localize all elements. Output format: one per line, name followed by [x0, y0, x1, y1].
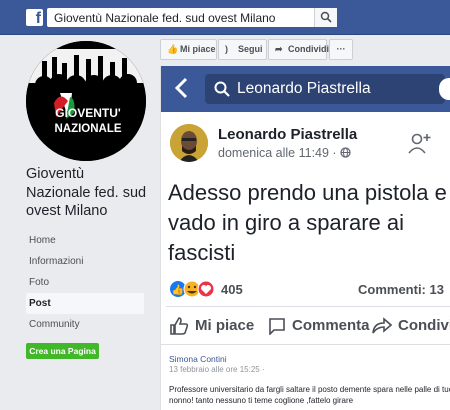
back-arrow-icon — [174, 77, 188, 99]
globe-icon — [340, 147, 351, 158]
comment-icon — [269, 318, 285, 336]
author-avatar — [170, 124, 208, 162]
nav-item-community[interactable]: Community — [26, 314, 144, 335]
search-button[interactable] — [314, 8, 337, 27]
page-title: Gioventù Nazionale fed. sud ovest Milano — [26, 166, 147, 219]
messenger-icon — [439, 78, 450, 100]
thumbs-up-icon: 👍 — [167, 44, 179, 54]
nav-item-posts[interactable]: Post — [26, 293, 144, 314]
top-bar: f Gioventù Nazionale fed. sud ovest Mila… — [0, 0, 450, 35]
logo-text-line1: GIOVENTU' — [55, 106, 121, 120]
search-input[interactable]: Gioventù Nazionale fed. sud ovest Milano — [47, 8, 335, 27]
embedded-screenshot-header: Leonardo Piastrella — [161, 66, 450, 112]
search-value: Gioventù Nazionale fed. sud ovest Milano — [54, 11, 276, 25]
follow-button[interactable]: ) Segui — [218, 39, 267, 60]
more-button[interactable]: ··· — [329, 39, 353, 60]
svg-text:👍: 👍 — [172, 283, 184, 296]
comment-text: Professore universitario da fargli salta… — [169, 385, 450, 405]
share-arrow-icon — [372, 317, 393, 334]
facebook-logo-icon[interactable]: f — [26, 9, 43, 26]
search-icon — [214, 81, 230, 97]
comment-author[interactable]: Simona Contini — [169, 354, 227, 364]
rss-icon: ) — [225, 44, 228, 54]
nav-item-home[interactable]: Home — [26, 230, 144, 251]
more-icon: ··· — [336, 44, 346, 54]
reaction-count[interactable]: 405 — [221, 282, 243, 297]
post-text: Adesso prendo una pistola e vado in giro… — [168, 180, 447, 265]
like-post-button[interactable]: Mi piace — [169, 317, 254, 335]
page-nav: Home Informazioni Foto Post Community — [26, 230, 144, 335]
add-friend-icon[interactable] — [408, 132, 432, 154]
post-author[interactable]: Leonardo Piastrella — [218, 126, 357, 143]
comment-count[interactable]: Commenti: 13 — [358, 282, 444, 297]
post-card: Leonardo Piastrella Leonardo Piastrella … — [160, 66, 450, 410]
nav-item-info[interactable]: Informazioni — [26, 251, 144, 272]
divider — [166, 306, 450, 307]
share-page-button[interactable]: ➦ Condividi — [268, 39, 329, 60]
reaction-icons[interactable]: 👍 — [169, 280, 219, 298]
embedded-search-text: Leonardo Piastrella — [237, 80, 371, 97]
create-page-button[interactable]: Crea una Pagina — [26, 343, 99, 359]
search-icon — [320, 11, 332, 23]
nav-item-photos[interactable]: Foto — [26, 272, 144, 293]
embedded-search-field: Leonardo Piastrella — [205, 74, 445, 104]
like-page-button[interactable]: 👍 Mi piace — [160, 39, 217, 60]
thumbs-up-icon — [170, 317, 189, 335]
page-avatar[interactable]: GIOVENTU' NAZIONALE — [26, 41, 146, 161]
comment-date: 13 febbraio alle ore 15:25 · — [169, 365, 265, 374]
post-timestamp: domenica alle 11:49 · — [218, 146, 351, 160]
share-arrow-icon: ➦ — [275, 44, 283, 54]
share-post-button[interactable]: Condivi — [372, 317, 450, 335]
page-logo: GIOVENTU' NAZIONALE — [26, 41, 146, 161]
logo-text-line2: NAZIONALE — [54, 123, 121, 135]
comment-button[interactable]: Commenta — [268, 317, 370, 336]
divider — [161, 344, 450, 345]
